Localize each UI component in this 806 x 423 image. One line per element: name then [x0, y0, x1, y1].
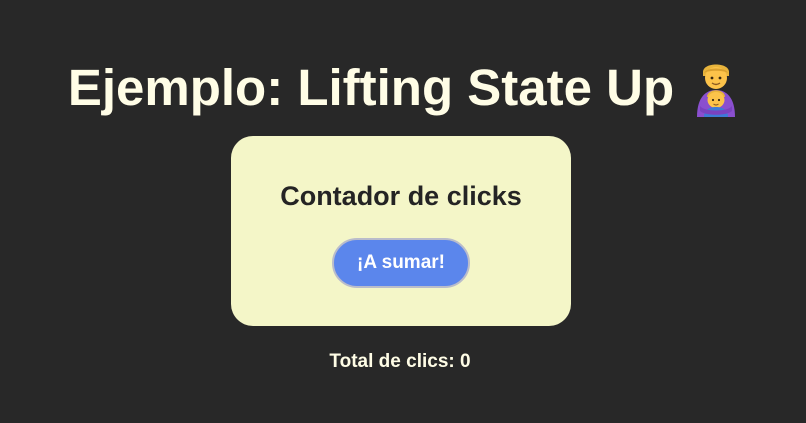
app-page: Ejemplo: Lifting State Up Contador de cl…	[0, 0, 806, 423]
counter-card-title: Contador de clicks	[280, 181, 522, 211]
page-title: Ejemplo: Lifting State Up	[67, 59, 675, 116]
add-button[interactable]: ¡A sumar!	[332, 238, 470, 288]
counter-card	[231, 136, 571, 326]
header: Ejemplo: Lifting State Up	[0, 54, 806, 122]
man-with-child-emoji-icon	[694, 59, 738, 117]
total-clicks-text: Total de clics: 0	[329, 351, 471, 372]
